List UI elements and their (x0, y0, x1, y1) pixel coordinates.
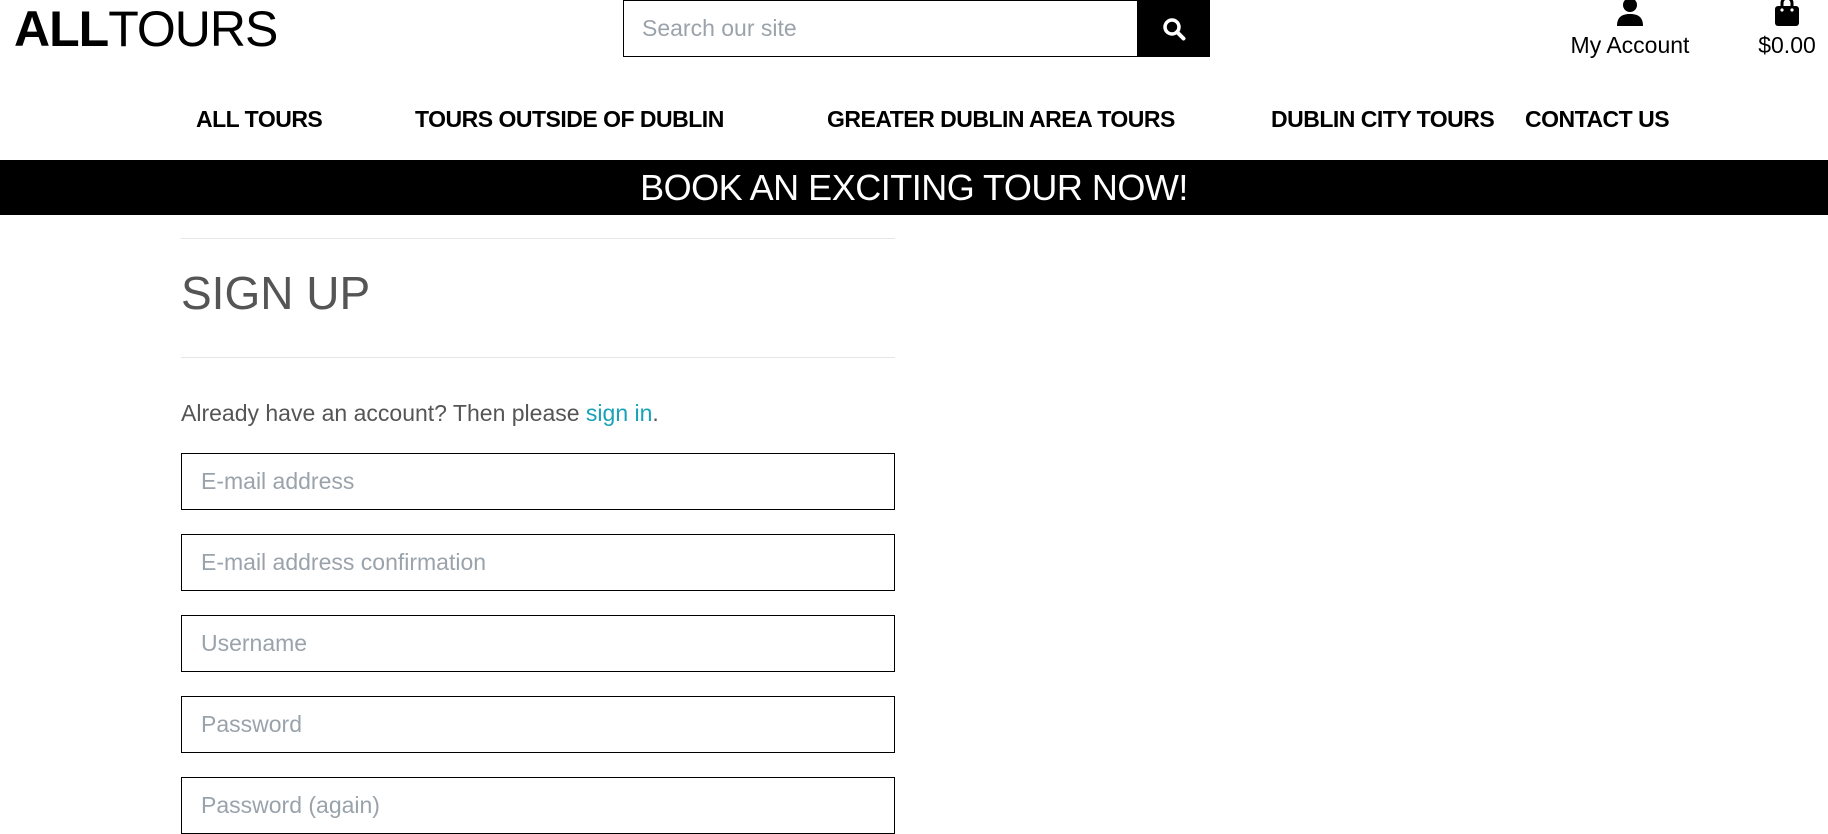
cart-link[interactable]: $0.00 (1752, 0, 1822, 62)
search-form (623, 0, 1210, 57)
email-field[interactable] (181, 453, 895, 510)
password-again-field[interactable] (181, 777, 895, 834)
nav-item-tours-outside-dublin[interactable]: TOURS OUTSIDE OF DUBLIN (415, 100, 724, 138)
my-account-link[interactable]: My Account (1560, 0, 1700, 62)
signin-notice: Already have an account? Then please sig… (181, 399, 895, 427)
sign-in-link[interactable]: sign in (586, 400, 652, 426)
divider (181, 238, 895, 239)
search-button[interactable] (1137, 0, 1210, 57)
notice-suffix: . (652, 400, 659, 426)
page-title: SIGN UP (181, 267, 371, 319)
cart-total: $0.00 (1758, 32, 1816, 58)
logo-bold-text: ALL (14, 1, 109, 57)
signup-form (181, 453, 895, 834)
divider (181, 357, 895, 358)
logo-light-text: TOURS (108, 1, 278, 57)
signup-section: SIGN UP Already have an account? Then pl… (181, 215, 895, 834)
email-confirmation-field[interactable] (181, 534, 895, 591)
user-icon (1617, 0, 1643, 26)
main-nav: ALL TOURS TOURS OUTSIDE OF DUBLIN GREATE… (0, 100, 1828, 138)
nav-item-greater-dublin[interactable]: GREATER DUBLIN AREA TOURS (827, 100, 1175, 138)
username-field[interactable] (181, 615, 895, 672)
promo-banner: BOOK AN EXCITING TOUR NOW! (0, 160, 1828, 215)
site-logo[interactable]: ALLTOURS (14, 1, 278, 57)
nav-item-dublin-city-tours[interactable]: DUBLIN CITY TOURS (1271, 100, 1495, 138)
notice-text: Already have an account? Then please (181, 400, 586, 426)
site-header: ALLTOURS My Account $0 (0, 0, 1828, 160)
nav-item-contact-us[interactable]: CONTACT US (1525, 100, 1670, 138)
search-icon (1162, 17, 1185, 40)
shopping-bag-icon (1775, 0, 1799, 26)
password-field[interactable] (181, 696, 895, 753)
my-account-label: My Account (1570, 32, 1690, 58)
nav-item-all-tours[interactable]: ALL TOURS (196, 100, 323, 138)
search-input[interactable] (623, 0, 1137, 57)
